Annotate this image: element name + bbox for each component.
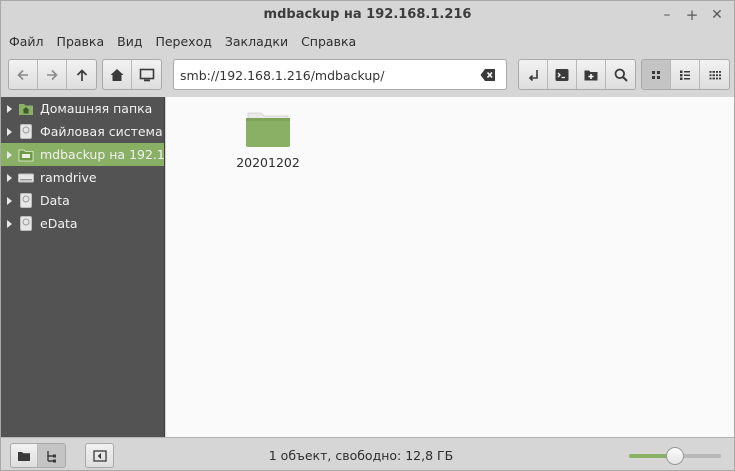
sidebar-item-mdbackup[interactable]: mdbackup на 192.168.1.216 [1,143,164,166]
sidebar-item-filesystem[interactable]: Файловая система [1,120,164,143]
sidebar: Домашняя папка Файловая система mdbackup… [1,97,165,437]
sidebar-item-label: eData [40,216,78,231]
back-arrow-icon [17,69,28,80]
drive-icon [18,193,34,209]
list-view-icon [680,70,690,80]
folder-icon [246,112,290,147]
drive-icon [18,216,34,232]
compact-view-button[interactable] [700,60,729,89]
drive-icon [18,124,34,140]
up-arrow-icon [76,68,87,81]
menu-file[interactable]: Файл [9,34,44,49]
search-button[interactable] [606,60,635,89]
sidebar-item-ramdrive[interactable]: ramdrive [1,166,164,189]
toggle-sidebar-button[interactable] [86,444,113,467]
sidebar-mode-buttons [10,443,66,468]
place-buttons [102,59,162,90]
search-icon [614,68,628,82]
menu-view[interactable]: Вид [117,34,142,49]
window-title: mdbackup на 192.168.1.216 [263,7,472,22]
folder-item[interactable]: 20201202 [232,109,304,170]
file-manager-window: mdbackup на 192.168.1.216 – + ✕ Файл Пра… [0,0,735,471]
sidebar-item-edata[interactable]: eData [1,212,164,235]
expand-arrow-icon[interactable] [7,104,12,113]
folder-small-icon [18,451,30,461]
location-bar[interactable] [173,59,507,90]
places-sidebar-button[interactable] [11,444,38,467]
computer-button[interactable] [132,60,161,89]
tree-sidebar-button[interactable] [38,444,65,467]
tree-icon [46,450,56,462]
title-bar[interactable]: mdbackup на 192.168.1.216 – + ✕ [1,1,734,30]
hide-sidebar-icon [92,449,107,462]
menu-go[interactable]: Переход [155,34,211,49]
toggle-location-icon [528,69,538,81]
status-text: 1 объект, свободно: 12,8 ГБ [268,448,454,463]
sidebar-item-label: Файловая система [40,124,163,139]
expand-arrow-icon[interactable] [7,127,12,136]
new-folder-icon [584,70,598,80]
disk-icon [18,170,34,186]
menu-bookmarks[interactable]: Закладки [225,34,288,49]
view-mode-buttons [641,59,730,90]
forward-button[interactable] [38,60,67,89]
folder-label: 20201202 [236,155,300,170]
sidebar-item-label: Data [40,193,70,208]
close-button[interactable]: ✕ [708,6,726,24]
file-view[interactable]: 20201202 [166,97,734,437]
menu-bar: Файл Правка Вид Переход Закладки Справка [1,30,734,52]
compact-view-icon [709,70,721,79]
navigation-buttons [8,59,97,90]
computer-icon [139,68,154,81]
home-button[interactable] [103,60,132,89]
back-button[interactable] [9,60,38,89]
sidebar-item-data[interactable]: Data [1,189,164,212]
terminal-icon [555,68,569,81]
minimize-button[interactable]: – [658,6,676,24]
menu-edit[interactable]: Правка [57,34,105,49]
up-button[interactable] [67,60,96,89]
clear-location-icon[interactable] [480,68,496,82]
expand-arrow-icon[interactable] [7,219,12,228]
sidebar-item-home[interactable]: Домашняя папка [1,97,164,120]
action-buttons [518,59,636,90]
network-folder-icon [18,147,34,163]
new-folder-button[interactable] [577,60,606,89]
terminal-button[interactable] [548,60,577,89]
zoom-slider-handle[interactable] [666,447,684,465]
toolbar [1,53,734,97]
home-icon [110,68,124,81]
home-folder-icon [18,101,34,117]
expand-arrow-icon[interactable] [7,196,12,205]
sidebar-item-label: ramdrive [40,170,97,185]
expand-arrow-icon[interactable] [7,173,12,182]
icon-view-icon [652,70,660,79]
expand-arrow-icon[interactable] [7,150,12,159]
status-bar: 1 объект, свободно: 12,8 ГБ [1,437,734,470]
toggle-location-button[interactable] [519,60,548,89]
list-view-button[interactable] [671,60,700,89]
icon-view-button[interactable] [642,60,671,89]
toggle-sidebar-group [85,443,114,468]
sidebar-item-label: Домашняя папка [40,101,153,116]
location-input[interactable] [180,66,470,84]
menu-help[interactable]: Справка [301,34,356,49]
maximize-button[interactable]: + [683,6,701,24]
zoom-slider[interactable] [629,447,721,465]
sidebar-item-label: mdbackup на 192.168.1.216 [40,147,164,162]
forward-arrow-icon [47,69,58,80]
